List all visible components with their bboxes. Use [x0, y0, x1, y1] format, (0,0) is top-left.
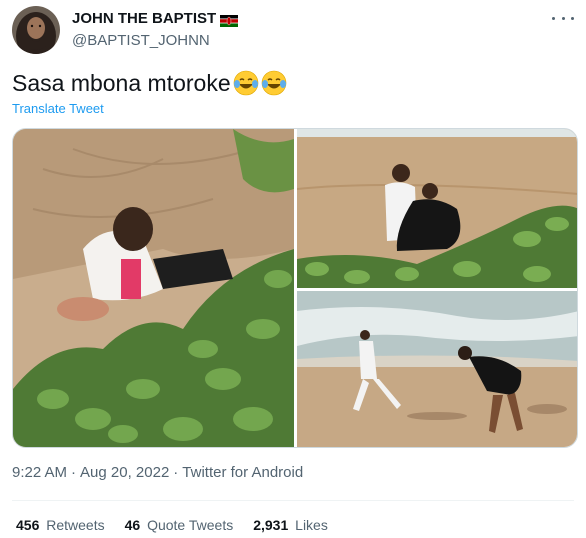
- tweet-metadata: 9:22 AM · Aug 20, 2022 · Twitter for And…: [12, 464, 303, 481]
- retweets-count: 456: [16, 517, 40, 533]
- author-handle[interactable]: @BAPTIST_JOHNN: [72, 31, 238, 51]
- kenya-flag-icon: [220, 13, 239, 27]
- quote-tweets-label: Quote Tweets: [147, 517, 234, 533]
- photo-couple-running-on-beach[interactable]: [297, 291, 577, 447]
- author-display-name[interactable]: JOHN THE BAPTIST: [72, 9, 216, 28]
- likes-stat[interactable]: 2,931 Likes: [253, 517, 328, 533]
- face-with-tears-of-joy-icon: [233, 70, 259, 96]
- likes-label: Likes: [295, 517, 328, 533]
- tweet-source[interactable]: Twitter for Android: [182, 464, 303, 481]
- avatar[interactable]: [12, 6, 60, 54]
- quote-tweets-count: 46: [124, 517, 141, 533]
- dot: [571, 16, 574, 20]
- translate-tweet-link[interactable]: Translate Tweet: [12, 101, 104, 116]
- meta-separator: ·: [173, 464, 179, 481]
- face-with-tears-of-joy-icon: [261, 70, 287, 96]
- tweet-body: Sasa mbona mtoroke: [12, 70, 231, 96]
- tweet-text: Sasa mbona mtoroke: [12, 68, 287, 98]
- dot: [561, 16, 565, 20]
- tweet-header: JOHN THE BAPTIST @BAPTIST_JOHNN: [12, 6, 574, 56]
- more-options-icon[interactable]: [552, 10, 574, 26]
- dot: [552, 16, 555, 20]
- author-display-name-row[interactable]: JOHN THE BAPTIST: [72, 9, 239, 28]
- divider: [12, 500, 574, 501]
- meta-separator: ·: [71, 464, 77, 481]
- tweet-date[interactable]: Aug 20, 2022: [80, 464, 169, 481]
- tweet-stats: 456 Retweets 46 Quote Tweets 2,931 Likes: [16, 517, 328, 533]
- photo-couple-sitting-on-sand[interactable]: [297, 129, 577, 288]
- author-names: JOHN THE BAPTIST @BAPTIST_JOHNN: [72, 9, 239, 51]
- media-grid: [12, 128, 578, 448]
- likes-count: 2,931: [253, 517, 289, 533]
- tweet-time[interactable]: 9:22 AM: [12, 464, 67, 481]
- retweets-stat[interactable]: 456 Retweets: [16, 517, 105, 533]
- retweets-label: Retweets: [46, 517, 105, 533]
- quote-tweets-stat[interactable]: 46 Quote Tweets: [125, 517, 234, 533]
- photo-man-crouching-in-beach-bushes[interactable]: [13, 129, 294, 447]
